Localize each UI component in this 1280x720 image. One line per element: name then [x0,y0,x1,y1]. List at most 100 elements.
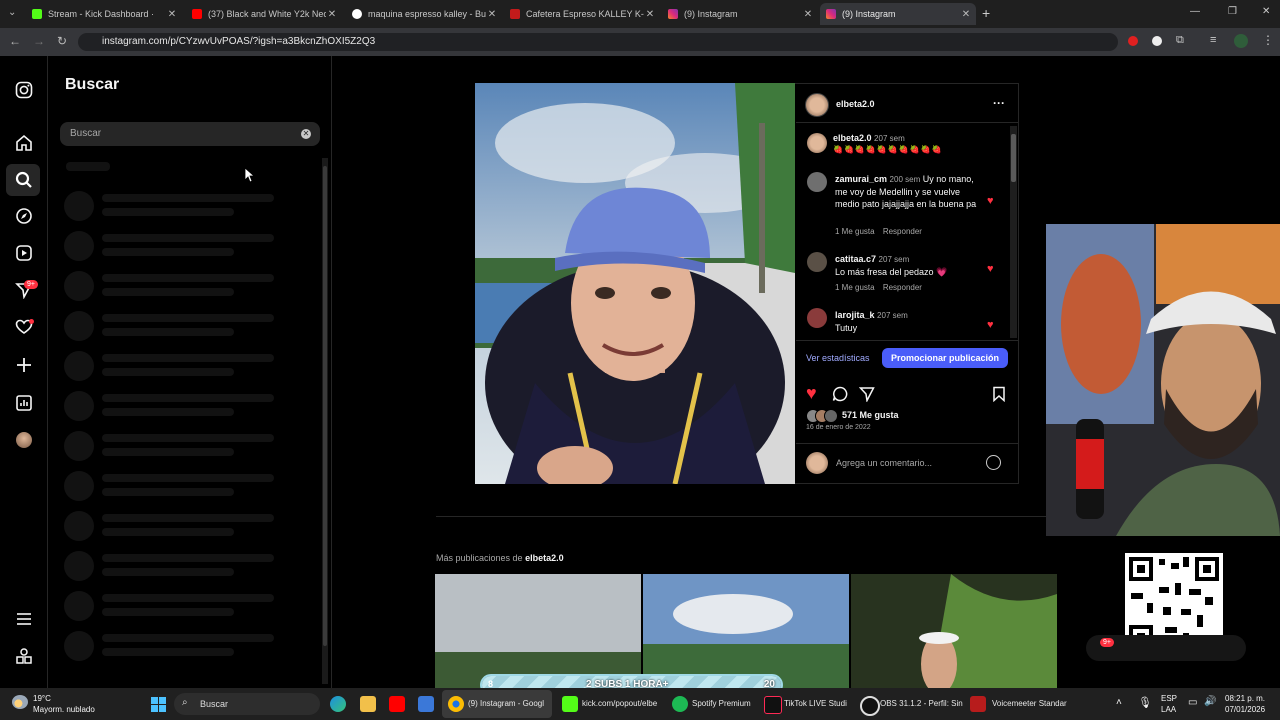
taskbar-app-label[interactable]: Voicemeeter Standar [992,699,1067,708]
taskbar-app-label[interactable]: TikTok LIVE Studi [784,699,847,708]
close-icon[interactable]: ✕ [960,9,972,20]
tiktok-icon[interactable] [764,696,782,714]
extensions-icon[interactable]: ⧉ [1176,34,1184,47]
share-send-icon[interactable] [859,386,875,402]
spotify-icon[interactable] [672,696,688,712]
post-photo[interactable] [475,83,795,484]
weather-icon[interactable] [12,695,28,709]
tab-instagram-1[interactable]: (9) Instagram ✕ [662,3,818,25]
close-icon[interactable]: ✕ [802,9,814,20]
instagram-logo-icon[interactable] [15,81,33,99]
clock-date[interactable]: 07/01/2026 [1225,705,1265,714]
profile-avatar[interactable] [16,432,32,448]
tab-kick[interactable]: Stream - Kick Dashboard · ✕ [26,3,182,25]
tab-youtube[interactable]: (37) Black and White Y2k Neon ✕ [186,3,342,25]
forward-icon[interactable]: → [33,34,45,48]
search-scrollbar[interactable] [322,158,328,684]
more-menu-icon[interactable] [15,610,33,628]
comment-like-heart-icon[interactable]: ♥ [987,263,994,275]
tab-instagram-active[interactable]: (9) Instagram ✕ [820,3,976,25]
taskbar-app-label[interactable]: Spotify Premium [692,699,751,708]
post-options-button[interactable]: ··· [993,96,1005,110]
clock-time[interactable]: 08:21 p. m. [1225,694,1265,703]
more-post-thumbnail[interactable] [643,574,849,688]
comment-reply-button[interactable]: Responder [883,227,922,236]
close-icon[interactable]: ✕ [166,9,178,20]
tab-falabella[interactable]: Cafetera Espreso KALLEY K-EX7 ✕ [504,3,660,25]
add-comment-input[interactable]: Agrega un comentario... [836,458,932,468]
close-icon[interactable]: ✕ [644,9,656,20]
tab-google[interactable]: maquina espresso kalley - Busc ✕ [346,3,502,25]
close-icon[interactable]: ✕ [326,9,338,20]
view-insights-link[interactable]: Ver estadísticas [806,353,870,363]
create-plus-icon[interactable] [15,356,33,374]
youtube-app-icon[interactable] [389,696,405,712]
comment-user[interactable]: catitaa.c7 [835,254,876,264]
comments-scrollbar[interactable] [1010,126,1017,338]
comment-avatar[interactable] [807,133,827,153]
voicemeeter-icon[interactable] [970,696,986,712]
comment-likes[interactable]: 1 Me gusta [835,283,875,292]
comment-user[interactable]: zamurai_cm [835,174,887,184]
reels-icon[interactable] [15,244,33,262]
comment-user[interactable]: larojita_k [835,310,875,320]
tab-search-icon[interactable]: ⌄ [8,7,16,18]
file-explorer-icon[interactable] [360,696,376,712]
comment-bubble-icon[interactable] [832,386,848,402]
explore-compass-icon[interactable] [15,207,33,225]
chrome-menu-icon[interactable]: ⋮ [1262,33,1274,47]
microphone-icon[interactable]: 🎙 [1138,696,1152,709]
search-scrollbar-thumb[interactable] [323,166,327,646]
language-layout[interactable]: LAA [1161,705,1176,714]
close-icon[interactable]: ✕ [486,9,498,20]
taskbar-app-label[interactable]: kick.com/popout/elbe [582,699,657,708]
like-count[interactable]: 571 Me gusta [842,410,899,420]
profile-avatar[interactable] [1234,34,1248,48]
taskbar-search-box[interactable]: ⌕ Buscar [174,693,320,715]
post-author-name[interactable]: elbeta2.0 [836,99,875,109]
comment-like-heart-icon[interactable]: ♥ [987,319,994,331]
back-icon[interactable]: ← [9,34,21,48]
taskbar-app-label[interactable]: OBS 31.1.2 - Perfil: Sin [880,699,963,708]
comment-avatar[interactable] [807,172,827,192]
clear-search-icon[interactable]: ✕ [301,129,311,139]
close-window-icon[interactable]: ✕ [1262,6,1270,17]
kick-app-icon[interactable] [562,696,578,712]
search-icon[interactable] [15,171,33,189]
language-code[interactable]: ESP [1161,694,1177,703]
reload-icon[interactable]: ↻ [57,34,67,48]
tray-chevron-icon[interactable]: ˄ [1116,697,1122,708]
comment-avatar[interactable] [807,308,827,328]
more-post-thumbnail[interactable] [851,574,1057,688]
more-posts-user[interactable]: elbeta2.0 [525,553,564,563]
comment-like-heart-icon[interactable]: ♥ [987,195,994,207]
emoji-icon[interactable] [986,455,1001,470]
new-tab-button[interactable]: + [982,5,990,21]
store-app-icon[interactable] [418,696,434,712]
weather-desc[interactable]: Mayorm. nublado [33,705,95,714]
comment-user[interactable]: elbeta2.0 [833,133,872,143]
obs-icon[interactable] [860,696,880,716]
edge-icon[interactable] [330,696,346,712]
minimize-icon[interactable]: — [1190,6,1200,17]
comment-likes[interactable]: 1 Me gusta [835,227,875,236]
comment-reply-button[interactable]: Responder [883,283,922,292]
comments-scrollbar-thumb[interactable] [1011,134,1016,182]
network-icon[interactable]: ▭ [1188,697,1197,708]
like-heart-icon[interactable]: ♥ [806,383,817,404]
dashboard-icon[interactable] [15,394,33,412]
post-author-avatar[interactable] [805,93,829,117]
volume-icon[interactable]: 🔊 [1204,696,1216,707]
reading-list-icon[interactable]: ≡ [1210,34,1216,46]
home-icon[interactable] [15,134,33,152]
comment-avatar[interactable] [807,252,827,272]
also-from-meta-icon[interactable] [15,647,33,665]
address-bar[interactable]: instagram.com/p/CYzwvUvPOAS/?igsh=a3Bkcn… [78,33,1118,51]
more-post-thumbnail[interactable] [435,574,641,688]
windows-start-icon[interactable] [151,697,166,712]
save-bookmark-icon[interactable] [992,386,1006,402]
weather-temp[interactable]: 19°C [33,694,51,703]
search-input[interactable]: Buscar [60,122,320,146]
extension-white-icon[interactable] [1152,36,1162,46]
restore-icon[interactable]: ❐ [1228,6,1237,17]
